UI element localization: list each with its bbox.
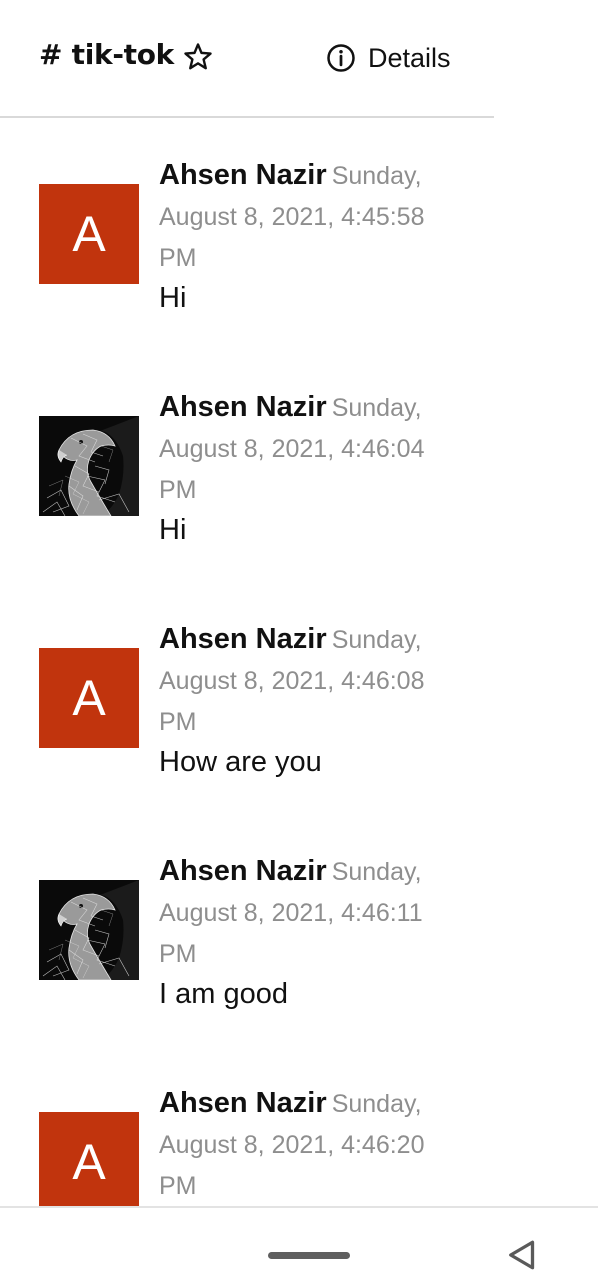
avatar[interactable]	[39, 416, 139, 516]
message-item[interactable]: Ahsen Nazir Sunday, August 8, 2021, 4:46…	[0, 350, 598, 582]
message-text: I am good	[159, 978, 288, 1010]
message-body: Ahsen Nazir Sunday, August 8, 2021, 4:46…	[159, 388, 449, 548]
message-author[interactable]: Ahsen Nazir	[159, 1087, 327, 1119]
message-item[interactable]: A Ahsen Nazir Sunday, August 8, 2021, 4:…	[0, 582, 598, 814]
message-item[interactable]: Ahsen Nazir Sunday, August 8, 2021, 4:46…	[0, 814, 598, 1046]
details-button[interactable]: Details	[326, 40, 451, 76]
info-icon	[327, 44, 355, 72]
avatar-letter: A	[72, 206, 106, 262]
message-text: How are you	[159, 746, 322, 778]
message-body: Ahsen Nazir Sunday, August 8, 2021, 4:46…	[159, 1084, 449, 1206]
message-item[interactable]: A Ahsen Nazir Sunday, August 8, 2021, 4:…	[0, 1046, 598, 1206]
message-author[interactable]: Ahsen Nazir	[159, 391, 327, 423]
message-meta: Ahsen Nazir Sunday, August 8, 2021, 4:45…	[159, 156, 449, 280]
message-list[interactable]: A Ahsen Nazir Sunday, August 8, 2021, 4:…	[0, 118, 598, 1206]
avatar-letter: A	[72, 670, 106, 726]
message-meta: Ahsen Nazir Sunday, August 8, 2021, 4:46…	[159, 852, 449, 976]
message-body: Ahsen Nazir Sunday, August 8, 2021, 4:45…	[159, 156, 449, 316]
back-triangle-icon[interactable]	[504, 1236, 540, 1274]
avatar[interactable]: A	[39, 648, 139, 748]
message-text: Hi	[159, 514, 187, 546]
eagle-avatar-icon	[39, 880, 139, 980]
message-meta: Ahsen Nazir Sunday, August 8, 2021, 4:46…	[159, 1084, 449, 1206]
message-author[interactable]: Ahsen Nazir	[159, 855, 327, 887]
message-author[interactable]: Ahsen Nazir	[159, 159, 327, 191]
channel-title: # tik-tok	[39, 38, 174, 71]
message-author[interactable]: Ahsen Nazir	[159, 623, 327, 655]
avatar[interactable]: A	[39, 184, 139, 284]
message-text: Hi	[159, 282, 187, 314]
avatar[interactable]: A	[39, 1112, 139, 1206]
message-body: Ahsen Nazir Sunday, August 8, 2021, 4:46…	[159, 620, 449, 780]
eagle-avatar-icon	[39, 416, 139, 516]
message-body: Ahsen Nazir Sunday, August 8, 2021, 4:46…	[159, 852, 449, 1012]
star-icon[interactable]	[182, 41, 214, 73]
message-item[interactable]: A Ahsen Nazir Sunday, August 8, 2021, 4:…	[0, 118, 598, 350]
channel-header: # tik-tok Details	[0, 0, 494, 118]
avatar[interactable]	[39, 880, 139, 980]
home-pill-icon[interactable]	[268, 1252, 350, 1259]
message-meta: Ahsen Nazir Sunday, August 8, 2021, 4:46…	[159, 388, 449, 512]
message-meta: Ahsen Nazir Sunday, August 8, 2021, 4:46…	[159, 620, 449, 744]
details-label: Details	[368, 42, 451, 73]
system-nav-bar	[0, 1206, 598, 1280]
avatar-letter: A	[72, 1134, 106, 1190]
